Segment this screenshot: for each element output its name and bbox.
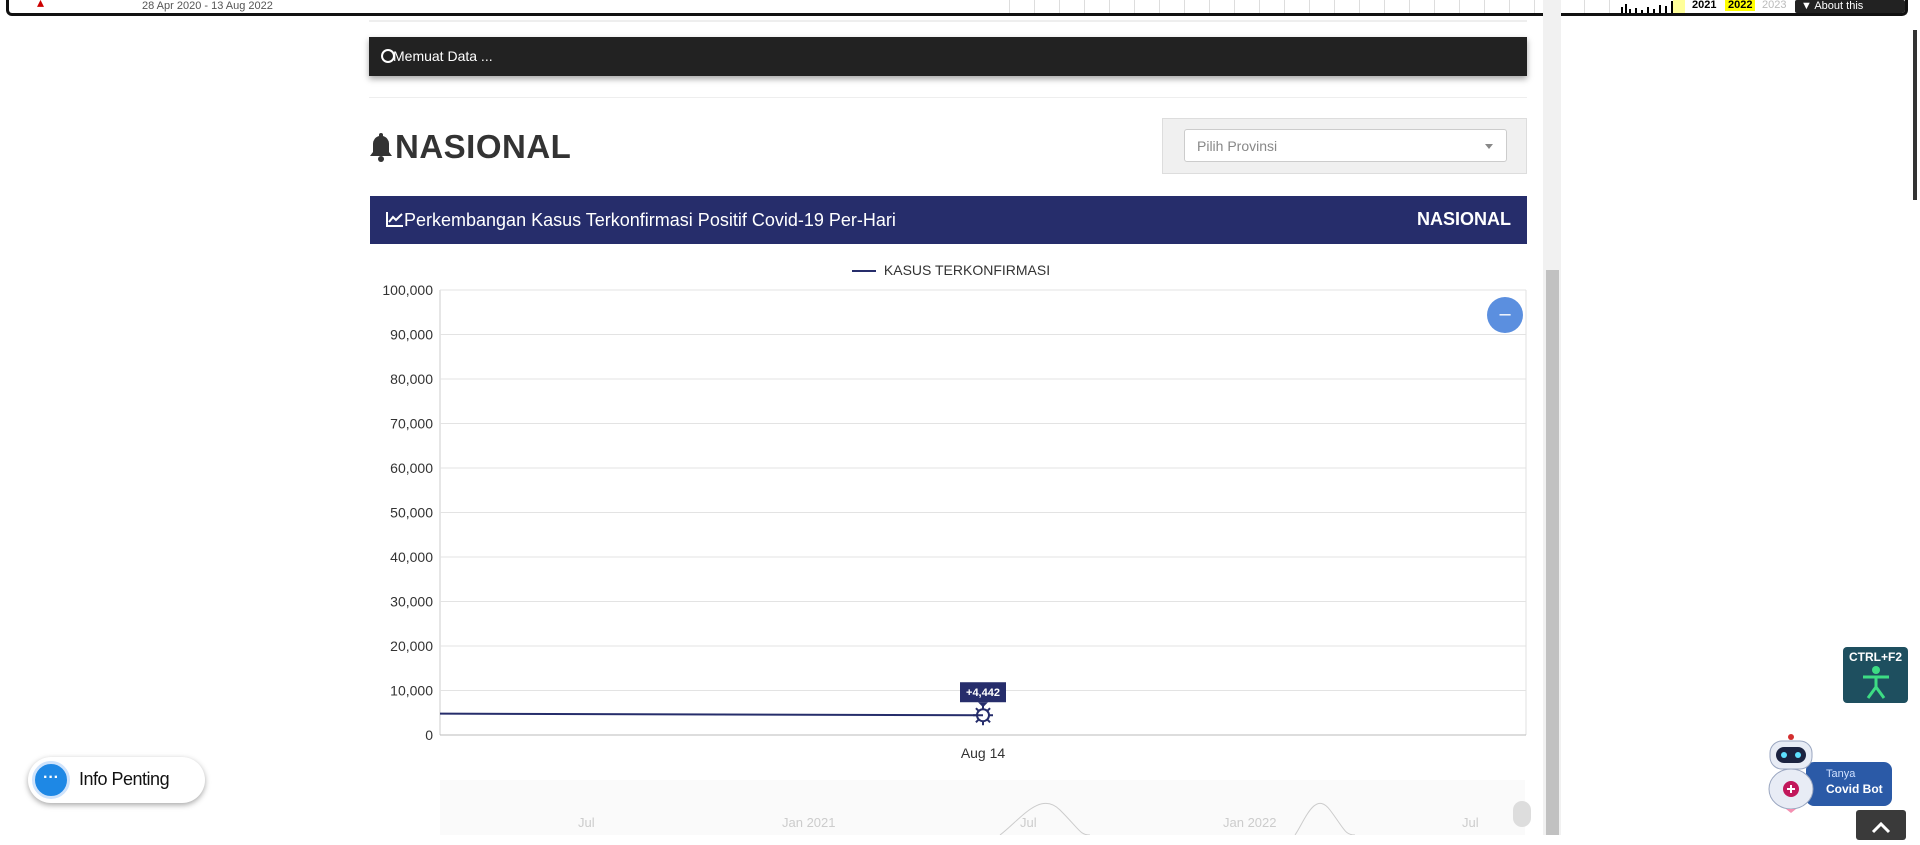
y-tick-label: 70,000 — [390, 416, 433, 432]
covid-bot-name: Covid Bot — [1826, 782, 1883, 796]
navigator-label: Jul — [1462, 815, 1479, 830]
province-filter-box: Pilih Provinsi — [1162, 118, 1527, 174]
info-penting-label: Info Penting — [79, 769, 170, 789]
navigator-area — [999, 802, 1356, 836]
virus-marker-spike — [986, 707, 991, 712]
series-line — [439, 712, 984, 717]
accessibility-button[interactable]: CTRL+F2 — [1843, 647, 1908, 703]
page-title: NASIONAL — [395, 128, 572, 165]
data-label-pointer — [978, 702, 988, 708]
y-tick-label: 30,000 — [390, 594, 433, 610]
wayback-timeline[interactable] — [1009, 0, 1619, 13]
line-chart-icon — [386, 212, 403, 227]
back-to-top-button[interactable] — [1856, 810, 1906, 840]
daily-cases-chart: 0 10,000 20,000 30,000 40,000 50,000 60,000 70,… — [382, 282, 1527, 761]
navigator-label: Jul — [578, 815, 595, 830]
wayback-year-2022[interactable]: 2022 — [1725, 0, 1756, 11]
robot-icon — [1768, 734, 1814, 813]
y-tick-label: 50,000 — [390, 505, 433, 521]
section-divider — [369, 97, 1527, 98]
chart-navigator[interactable] — [440, 780, 1525, 836]
y-tick-label: 80,000 — [390, 371, 433, 387]
y-tick-label: 60,000 — [390, 460, 433, 476]
wayback-year-highlight — [1673, 0, 1685, 13]
loading-bar: Memuat Data ... — [369, 37, 1527, 76]
y-tick-label: 100,000 — [382, 282, 433, 298]
province-select-placeholder: Pilih Provinsi — [1197, 138, 1278, 154]
virus-marker-spike — [975, 707, 980, 712]
legend-label: KASUS TERKONFIRMASI — [883, 262, 1051, 278]
y-tick-label: 90,000 — [390, 327, 433, 343]
page-edge-marker — [1913, 30, 1917, 200]
wayback-year-2021[interactable]: 2021 — [1689, 0, 1719, 11]
navigator-label: Jul — [1020, 815, 1037, 830]
wayback-logo-icon[interactable]: ▴ — [37, 0, 44, 11]
y-tick-label: 20,000 — [390, 638, 433, 654]
y-tick-label: 0 — [425, 727, 433, 743]
bell-icon — [370, 133, 392, 162]
chart-panel-title: Perkembangan Kasus Terkonfirmasi Positif… — [404, 210, 896, 230]
accessibility-person-icon — [1863, 666, 1889, 699]
virus-marker-spike — [975, 718, 980, 724]
chart-panel-header: Perkembangan Kasus Terkonfirmasi Positif… — [370, 196, 1527, 244]
header-shadow-line — [369, 20, 1527, 22]
navigator-label: Jan 2022 — [1223, 815, 1277, 830]
accessibility-shortcut: CTRL+F2 — [1848, 650, 1902, 664]
data-label: +4,442 — [966, 687, 1000, 699]
virus-marker-spike — [986, 718, 991, 724]
covid-bot-widget[interactable]: Tanya Covid Bot — [1762, 733, 1892, 813]
navigator-label: Jan 2021 — [782, 815, 836, 830]
wayback-date-range: 28 Apr 2020 - 13 Aug 2022 — [142, 0, 273, 12]
navigator-handle[interactable] — [1513, 801, 1531, 827]
chevron-down-icon — [1485, 144, 1493, 149]
about-capture-button[interactable]: ▼ About this capture — [1795, 0, 1905, 13]
province-select[interactable]: Pilih Provinsi — [1184, 129, 1507, 162]
scrollbar-thumb[interactable] — [1546, 270, 1559, 835]
info-penting-button[interactable]: ··· Info Penting — [28, 757, 205, 803]
wayback-histogram[interactable] — [1617, 0, 1679, 13]
wayback-year-2023[interactable]: 2023 — [1759, 0, 1789, 11]
x-tick-label: Aug 14 — [961, 745, 1006, 761]
legend-swatch — [852, 270, 876, 273]
chart-region-label: NASIONAL — [1417, 209, 1511, 229]
covid-bot-prompt: Tanya — [1826, 768, 1856, 780]
wayback-toolbar: ▴ 28 Apr 2020 - 13 Aug 2022 2021 2022 20… — [6, 0, 1908, 16]
chevron-up-icon — [1871, 821, 1891, 834]
zoom-reset-button[interactable]: – — [1487, 297, 1523, 333]
y-tick-label: 10,000 — [390, 683, 433, 699]
chart-legend[interactable]: KASUS TERKONFIRMASI — [852, 262, 1050, 278]
chat-dots-icon: ··· — [32, 761, 70, 799]
loading-text: Memuat Data ... — [393, 48, 493, 64]
y-tick-label: 40,000 — [390, 549, 433, 565]
